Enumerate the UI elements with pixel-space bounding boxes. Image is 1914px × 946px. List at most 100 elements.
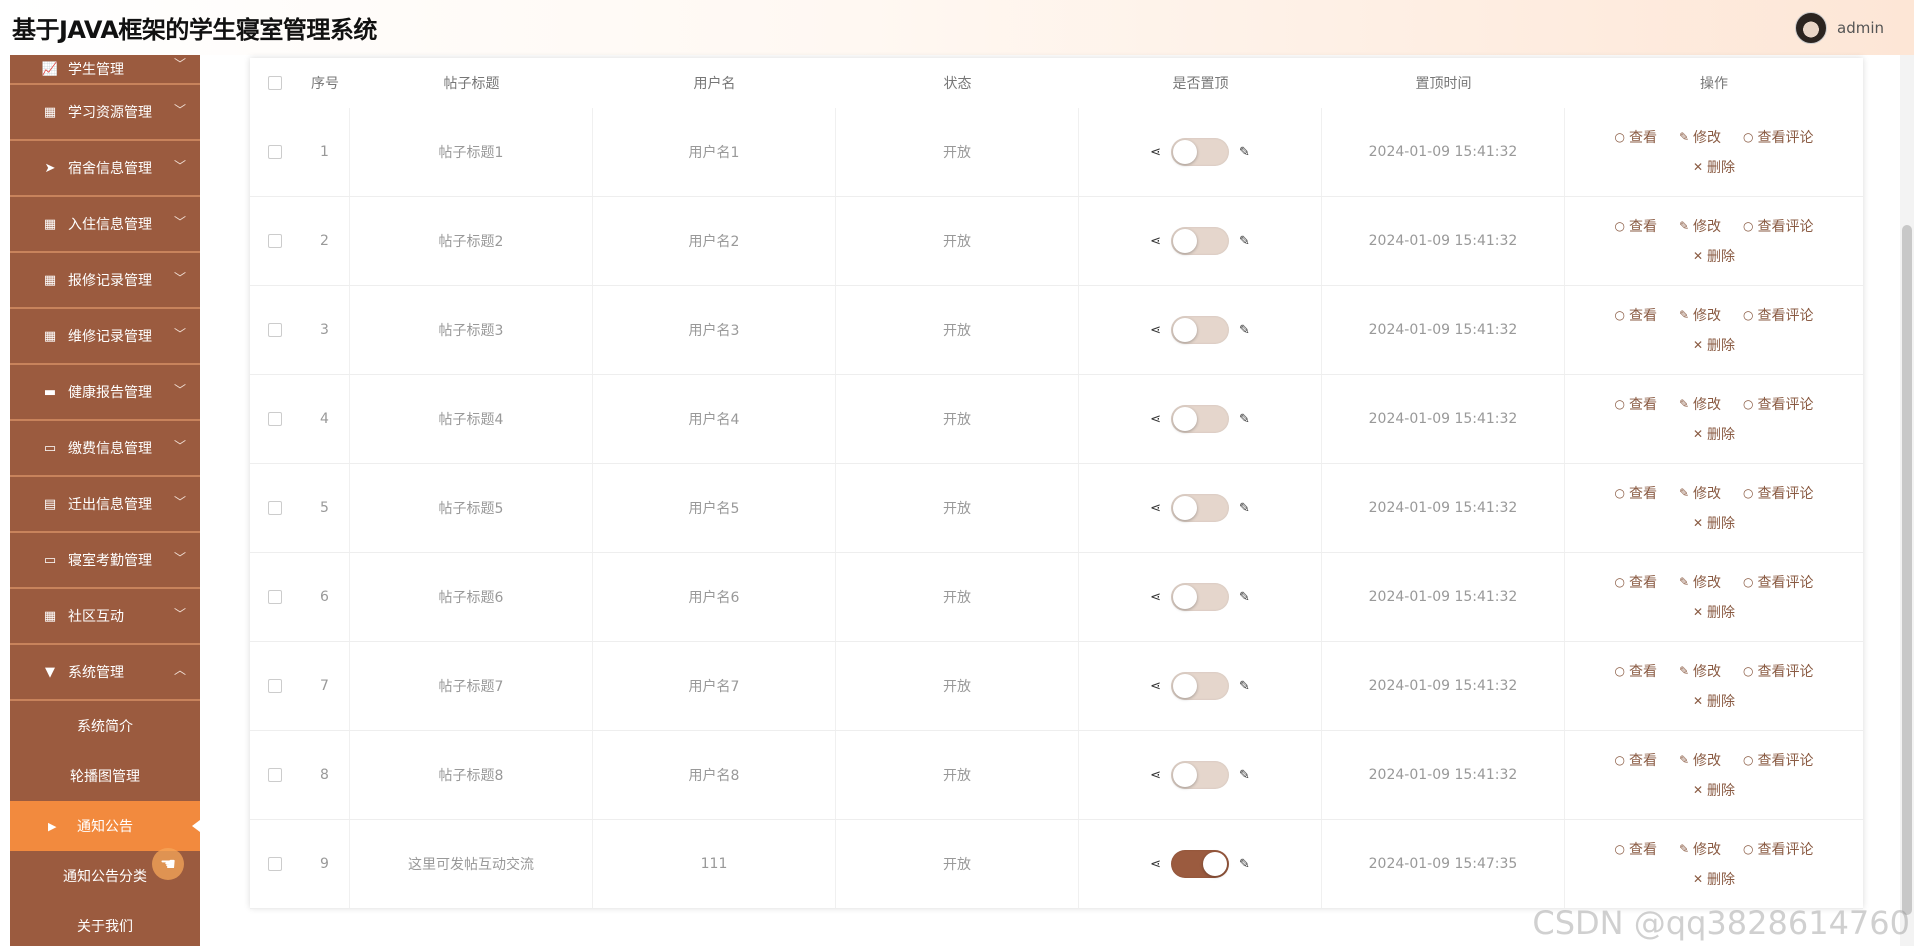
share-icon[interactable]: ⋖	[1150, 145, 1161, 160]
delete-button[interactable]: ✕ 删除	[1693, 780, 1735, 800]
cell-user: 用户名1	[593, 108, 836, 196]
pin-toggle[interactable]	[1171, 583, 1229, 611]
sidebar-menu-label: 系统管理	[68, 665, 124, 681]
delete-button[interactable]: ✕ 删除	[1693, 513, 1735, 533]
scrollbar-thumb[interactable]	[1902, 225, 1912, 915]
pencil-icon: ✎	[1678, 664, 1690, 678]
row-checkbox[interactable]	[268, 768, 282, 782]
view-comments-button[interactable]: ○ 查看评论	[1743, 661, 1813, 681]
view-button[interactable]: ○ 查看	[1614, 572, 1656, 592]
delete-button[interactable]: ✕ 删除	[1693, 869, 1735, 889]
user-name[interactable]: admin	[1837, 19, 1884, 37]
sidebar-menu-10[interactable]: ▦ 社区互动 ﹀	[10, 589, 200, 643]
row-checkbox[interactable]	[268, 323, 282, 337]
view-button[interactable]: ○ 查看	[1614, 394, 1656, 414]
view-comments-button[interactable]: ○ 查看评论	[1743, 305, 1813, 325]
sidebar-menu-5[interactable]: ▦ 维修记录管理 ﹀	[10, 309, 200, 363]
share-icon[interactable]: ⋖	[1150, 234, 1161, 249]
sidebar-menu-2[interactable]: ➤ 宿舍信息管理 ﹀	[10, 141, 200, 195]
pen-icon[interactable]: ✎	[1239, 679, 1250, 694]
delete-button[interactable]: ✕ 删除	[1693, 602, 1735, 622]
pen-icon[interactable]: ✎	[1239, 234, 1250, 249]
row-checkbox[interactable]	[268, 412, 282, 426]
row-checkbox[interactable]	[268, 501, 282, 515]
view-button[interactable]: ○ 查看	[1614, 305, 1656, 325]
edit-button[interactable]: ✎ 修改	[1679, 483, 1721, 503]
pencil-icon: ✎	[1678, 575, 1690, 589]
submenu-item-1[interactable]: 轮播图管理	[10, 751, 200, 801]
row-checkbox[interactable]	[268, 857, 282, 871]
view-button[interactable]: ○ 查看	[1614, 661, 1656, 681]
sidebar-menu-9[interactable]: ▭ 寝室考勤管理 ﹀	[10, 533, 200, 587]
delete-button[interactable]: ✕ 删除	[1693, 335, 1735, 355]
sidebar-menu-6[interactable]: ▬ 健康报告管理 ﹀	[10, 365, 200, 419]
view-button[interactable]: ○ 查看	[1614, 483, 1656, 503]
view-button[interactable]: ○ 查看	[1614, 127, 1656, 147]
edit-button[interactable]: ✎ 修改	[1679, 572, 1721, 592]
edit-button[interactable]: ✎ 修改	[1679, 394, 1721, 414]
select-all-checkbox[interactable]	[268, 76, 282, 90]
pin-toggle[interactable]	[1171, 494, 1229, 522]
search-icon: ○	[1743, 219, 1754, 233]
pen-icon[interactable]: ✎	[1239, 590, 1250, 605]
pin-toggle[interactable]	[1171, 405, 1229, 433]
page-scrollbar[interactable]	[1900, 55, 1914, 946]
delete-button[interactable]: ✕ 删除	[1693, 424, 1735, 444]
view-comments-button[interactable]: ○ 查看评论	[1743, 127, 1813, 147]
submenu-item-4[interactable]: 关于我们	[10, 901, 200, 946]
edit-button[interactable]: ✎ 修改	[1679, 216, 1721, 236]
edit-button[interactable]: ✎ 修改	[1679, 127, 1721, 147]
row-checkbox[interactable]	[268, 234, 282, 248]
sidebar-menu-0[interactable]: 📈 学生管理 ﹀	[10, 55, 200, 83]
edit-button[interactable]: ✎ 修改	[1679, 839, 1721, 859]
share-icon[interactable]: ⋖	[1150, 323, 1161, 338]
pen-icon[interactable]: ✎	[1239, 412, 1250, 427]
pen-icon[interactable]: ✎	[1239, 857, 1250, 872]
sidebar-menu-8[interactable]: ▤ 迁出信息管理 ﹀	[10, 477, 200, 531]
sidebar-menu-4[interactable]: ▦ 报修记录管理 ﹀	[10, 253, 200, 307]
pen-icon[interactable]: ✎	[1239, 145, 1250, 160]
delete-button[interactable]: ✕ 删除	[1693, 157, 1735, 177]
sidebar-menu-3[interactable]: ▦ 入住信息管理 ﹀	[10, 197, 200, 251]
pin-toggle[interactable]	[1171, 227, 1229, 255]
pin-toggle[interactable]	[1171, 138, 1229, 166]
row-checkbox[interactable]	[268, 679, 282, 693]
delete-button[interactable]: ✕ 删除	[1693, 246, 1735, 266]
row-checkbox[interactable]	[268, 145, 282, 159]
view-comments-button[interactable]: ○ 查看评论	[1743, 839, 1813, 859]
submenu-item-0[interactable]: 系统简介	[10, 701, 200, 751]
share-icon[interactable]: ⋖	[1150, 412, 1161, 427]
pen-icon[interactable]: ✎	[1239, 501, 1250, 516]
view-comments-button[interactable]: ○ 查看评论	[1743, 216, 1813, 236]
view-button[interactable]: ○ 查看	[1614, 216, 1656, 236]
edit-button[interactable]: ✎ 修改	[1679, 661, 1721, 681]
share-icon[interactable]: ⋖	[1150, 501, 1161, 516]
pen-icon[interactable]: ✎	[1239, 768, 1250, 783]
pin-toggle[interactable]	[1171, 761, 1229, 789]
user-area[interactable]: admin	[1795, 12, 1884, 44]
view-comments-button[interactable]: ○ 查看评论	[1743, 483, 1813, 503]
sidebar-menu-1[interactable]: ▦ 学习资源管理 ﹀	[10, 85, 200, 139]
submenu-item-2[interactable]: ▶ 通知公告	[10, 801, 200, 851]
pin-toggle[interactable]	[1171, 850, 1229, 878]
row-checkbox[interactable]	[268, 590, 282, 604]
share-icon[interactable]: ⋖	[1150, 679, 1161, 694]
pin-toggle[interactable]	[1171, 316, 1229, 344]
sidebar-menu-7[interactable]: ▭ 缴费信息管理 ﹀	[10, 421, 200, 475]
pin-toggle[interactable]	[1171, 672, 1229, 700]
share-icon[interactable]: ⋖	[1150, 857, 1161, 872]
delete-label: 删除	[1707, 694, 1736, 710]
share-icon[interactable]: ⋖	[1150, 590, 1161, 605]
view-comments-button[interactable]: ○ 查看评论	[1743, 572, 1813, 592]
avatar[interactable]	[1795, 12, 1827, 44]
share-icon[interactable]: ⋖	[1150, 768, 1161, 783]
view-button[interactable]: ○ 查看	[1614, 839, 1656, 859]
view-comments-button[interactable]: ○ 查看评论	[1743, 750, 1813, 770]
delete-button[interactable]: ✕ 删除	[1693, 691, 1735, 711]
view-comments-button[interactable]: ○ 查看评论	[1743, 394, 1813, 414]
view-button[interactable]: ○ 查看	[1614, 750, 1656, 770]
edit-button[interactable]: ✎ 修改	[1679, 750, 1721, 770]
pen-icon[interactable]: ✎	[1239, 323, 1250, 338]
sidebar-menu-11[interactable]: ▼ 系统管理 ︿	[10, 645, 200, 699]
edit-button[interactable]: ✎ 修改	[1679, 305, 1721, 325]
